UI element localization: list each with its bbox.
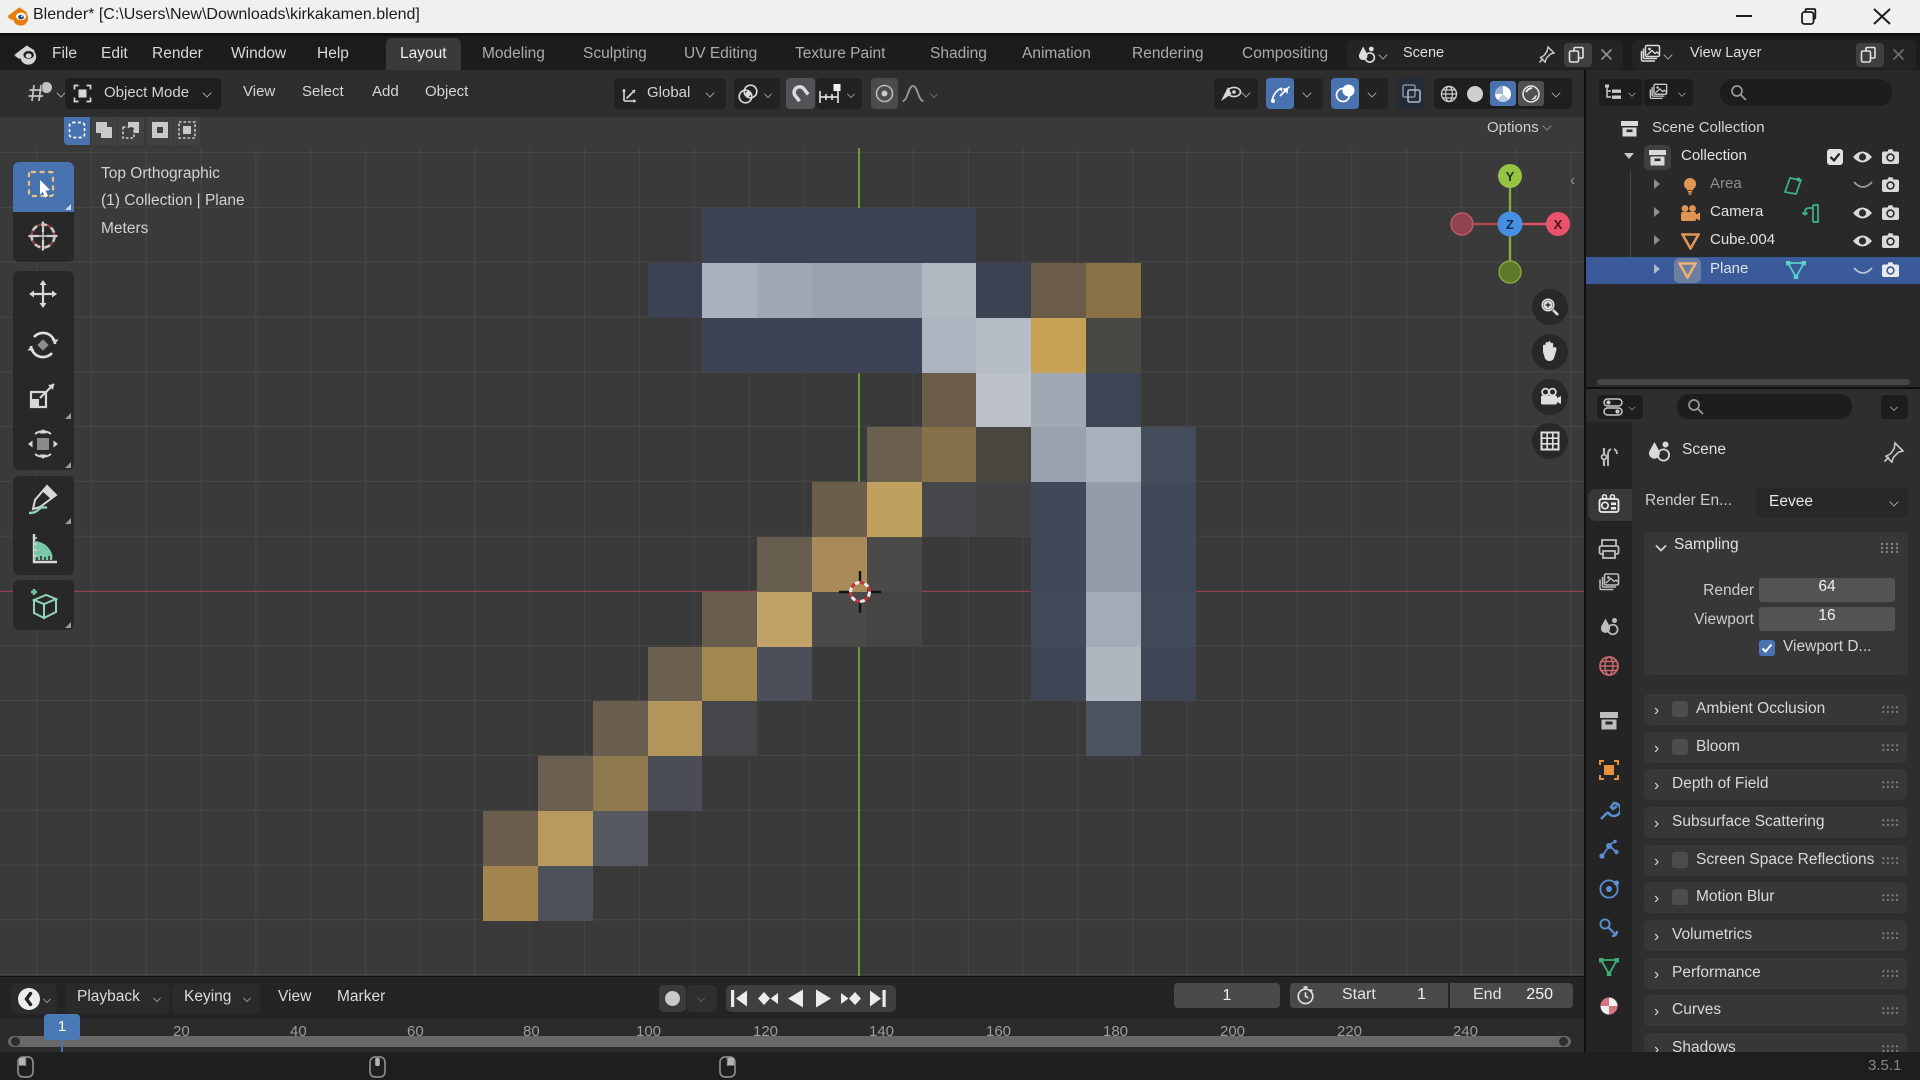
svg-text:Y: Y xyxy=(1506,169,1515,184)
svg-text:Z: Z xyxy=(1506,217,1514,232)
svg-text:X: X xyxy=(1554,217,1563,232)
